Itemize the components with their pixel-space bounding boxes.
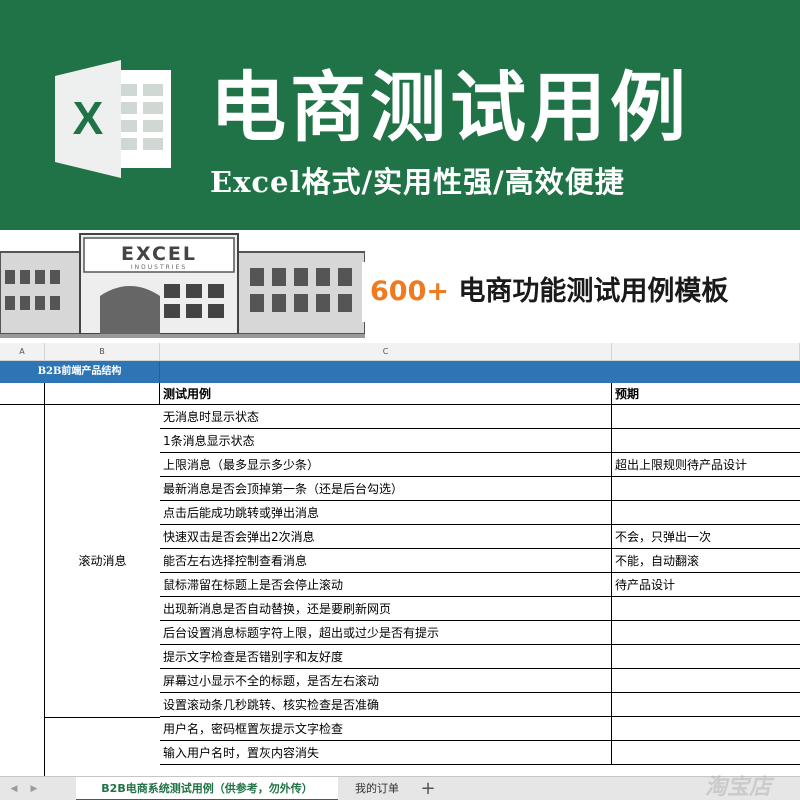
column-header-d[interactable] [612,343,800,361]
expected-cell[interactable]: 超出上限规则待产品设计 [612,453,800,477]
expected-cell[interactable] [612,645,800,669]
test-case-cell[interactable]: 最新消息是否会顶掉第一条（还是后台勾选） [160,477,612,501]
factory-illustration: EXCEL INDUSTRIES [0,233,365,342]
header-cell-a[interactable] [0,383,45,405]
expected-cell[interactable] [612,501,800,525]
test-case-cell[interactable]: 后台设置消息标题字符上限，超出或过少是否有提示 [160,621,612,645]
expected-cell[interactable] [612,597,800,621]
expected-cell[interactable]: 不会，只弹出一次 [612,525,800,549]
watermark: 淘宝店 [704,775,771,800]
table-row[interactable]: 上限消息（最多显示多少条） 超出上限规则待产品设计 [160,453,800,477]
test-case-cell[interactable]: 输入用户名时，置灰内容消失 [160,741,612,765]
table-row[interactable]: 无消息时显示状态 [160,405,800,429]
table-row[interactable]: 用户名，密码框置灰提示文字检查 [160,717,800,741]
tab-b2b-test-cases[interactable]: B2B电商系统测试用例（供参考，勿外传） [76,777,338,800]
factory-sign-main: EXCEL [121,243,197,265]
banner: X 电商测试用例 Excel格式/实用性强/高效便捷 [0,0,800,245]
expected-cell[interactable] [612,717,800,741]
table-row[interactable]: 鼠标滞留在标题上是否会停止滚动 待产品设计 [160,573,800,597]
table-row[interactable]: 1条消息显示状态 [160,429,800,453]
promo-text: 600+ 电商功能测试用例模板 [362,262,800,322]
header-case[interactable]: 测试用例 [160,383,612,405]
table-row[interactable]: 快速双击是否会弹出2次消息 不会，只弹出一次 [160,525,800,549]
banner-title: 电商测试用例 [210,63,690,152]
column-header-b[interactable]: B [45,343,160,361]
expected-cell[interactable] [612,669,800,693]
table-row[interactable]: 后台设置消息标题字符上限，超出或过少是否有提示 [160,621,800,645]
table-row[interactable]: 出现新消息是否自动替换，还是要刷新网页 [160,597,800,621]
test-case-cell[interactable]: 用户名，密码框置灰提示文字检查 [160,717,612,741]
table-row[interactable]: 点击后能成功跳转或弹出消息 [160,501,800,525]
test-case-cell[interactable]: 屏幕过小显示不全的标题，是否左右滚动 [160,669,612,693]
test-case-cell[interactable]: 设置滚动条几秒跳转、核实检查是否准确 [160,693,612,717]
factory-sign-sub: INDUSTRIES [131,264,187,271]
next-sheet-icon[interactable]: ▶ [26,777,42,800]
spreadsheet[interactable]: A B C B2B前端产品结构 测试用例 预期 滚动消息 无消息时显示状态 1条消… [0,343,800,776]
column-header-c[interactable]: C [160,343,612,361]
merged-cell-group[interactable]: 滚动消息 [45,405,160,717]
header-row[interactable]: 测试用例 预期 [0,383,800,405]
excel-logo-icon: X [55,60,171,178]
expected-cell[interactable] [612,405,800,429]
test-case-cell[interactable]: 鼠标滞留在标题上是否会停止滚动 [160,573,612,597]
test-case-cell[interactable]: 上限消息（最多显示多少条） [160,453,612,477]
expected-cell[interactable]: 不能，自动翻滚 [612,549,800,573]
prev-sheet-icon[interactable]: ◀ [6,777,22,800]
table-row[interactable]: 最新消息是否会顶掉第一条（还是后台勾选） [160,477,800,501]
expected-cell[interactable] [612,741,800,765]
expected-cell[interactable] [612,621,800,645]
logo-letter: X [73,92,104,144]
section-title: B2B前端产品结构 [0,361,160,383]
expected-cell[interactable]: 待产品设计 [612,573,800,597]
test-case-cell[interactable]: 无消息时显示状态 [160,405,612,429]
test-case-cell[interactable]: 能否左右选择控制查看消息 [160,549,612,573]
test-case-cell[interactable]: 提示文字检查是否错别字和友好度 [160,645,612,669]
expected-cell[interactable] [612,429,800,453]
banner-subtitle: Excel格式/实用性强/高效便捷 [210,165,625,199]
column-header-a[interactable]: A [0,343,45,361]
test-case-cell[interactable]: 1条消息显示状态 [160,429,612,453]
test-case-cell[interactable]: 点击后能成功跳转或弹出消息 [160,501,612,525]
section-row[interactable]: B2B前端产品结构 [0,361,800,383]
expected-cell[interactable] [612,477,800,501]
tab-my-orders[interactable]: 我的订单 [338,777,416,800]
table-row[interactable]: 屏幕过小显示不全的标题，是否左右滚动 [160,669,800,693]
expected-cell[interactable] [612,693,800,717]
table-row[interactable]: 输入用户名时，置灰内容消失 [160,741,800,765]
test-case-cell[interactable]: 出现新消息是否自动替换，还是要刷新网页 [160,597,612,621]
promo-count: 600+ [370,276,449,307]
table-row[interactable]: 设置滚动条几秒跳转、核实检查是否准确 [160,693,800,717]
header-cell-b[interactable] [45,383,160,405]
add-sheet-icon[interactable]: + [418,777,438,800]
test-case-cell[interactable]: 快速双击是否会弹出2次消息 [160,525,612,549]
promo-label: 电商功能测试用例模板 [458,276,729,307]
header-expected[interactable]: 预期 [612,383,800,405]
table-row[interactable]: 提示文字检查是否错别字和友好度 [160,645,800,669]
table-row[interactable]: 能否左右选择控制查看消息 不能，自动翻滚 [160,549,800,573]
merged-cell-group-2[interactable] [45,718,160,776]
